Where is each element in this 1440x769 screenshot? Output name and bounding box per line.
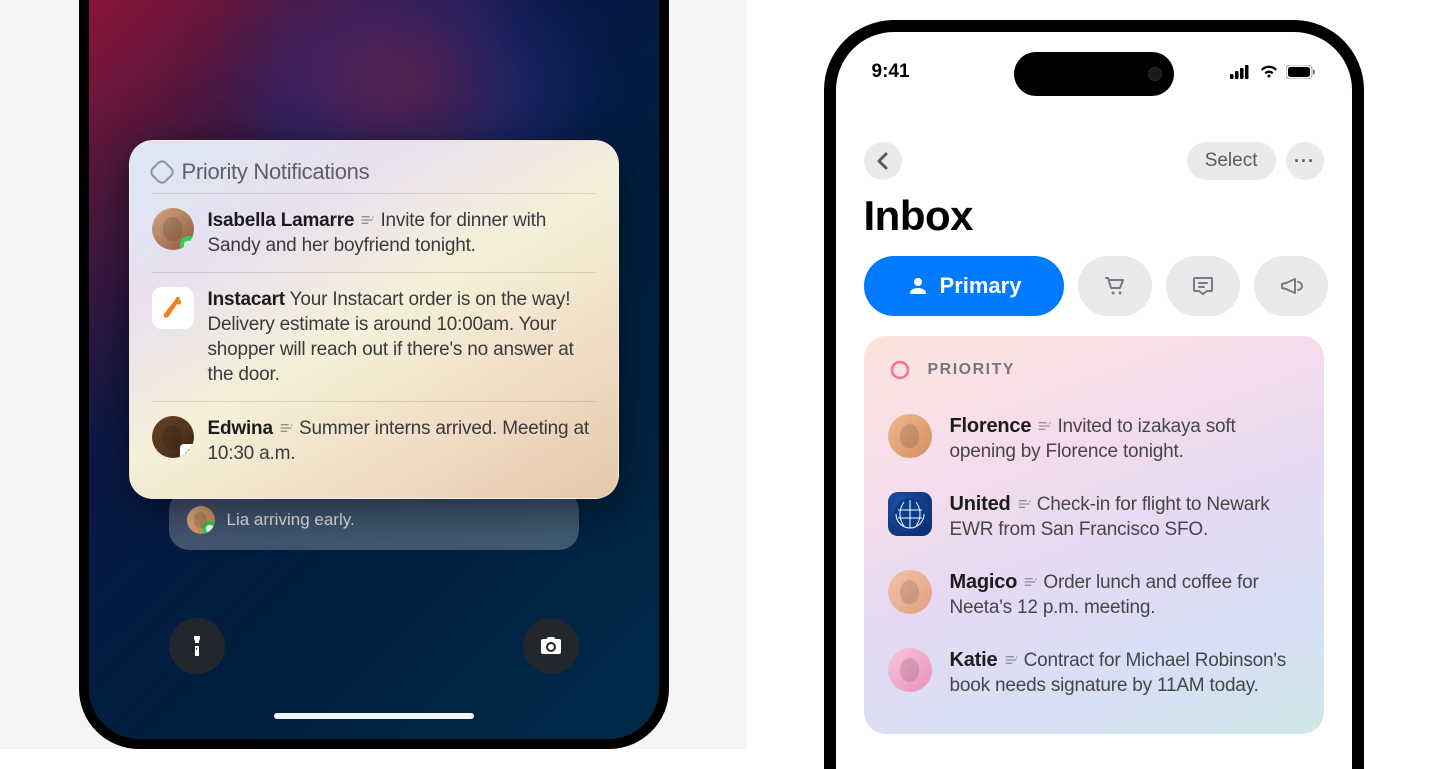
category-tabs: Primary [836, 256, 1352, 336]
more-button[interactable]: ··· [1286, 142, 1324, 180]
lockscreen-controls [89, 618, 659, 674]
flashlight-button[interactable] [169, 618, 225, 674]
chat-icon [1191, 274, 1215, 298]
mail-body: Magico Order lunch and coffee for Neeta'… [950, 570, 1300, 620]
summarize-icon [1003, 652, 1019, 668]
mail-summary: Contract for Michael Robinson's book nee… [950, 650, 1287, 696]
avatar [152, 208, 194, 250]
mail-body: United Check-in for flight to Newark EWR… [950, 492, 1300, 542]
header-actions: Select ··· [1187, 142, 1324, 180]
summarize-icon [1022, 574, 1038, 590]
priority-header: Priority Notifications [152, 159, 596, 185]
mail-sender: Katie [950, 649, 998, 671]
tab-label: Primary [940, 273, 1022, 299]
notification-sender: Edwina [208, 418, 273, 439]
select-button[interactable]: Select [1187, 142, 1276, 180]
messages-badge-icon [180, 236, 194, 250]
priority-icon [147, 158, 175, 186]
mail-sender: United [950, 493, 1011, 515]
cart-icon [1103, 274, 1127, 298]
mail-row[interactable]: Magico Order lunch and coffee for Neeta'… [888, 556, 1300, 634]
mail-row[interactable]: Florence Invited to izakaya soft opening… [888, 400, 1300, 478]
mail-body: Florence Invited to izakaya soft opening… [950, 414, 1300, 464]
mail-row[interactable]: United Check-in for flight to Newark EWR… [888, 478, 1300, 556]
camera-dot-icon [1148, 67, 1162, 81]
notification-body: Edwina Summer interns arrived. Meeting a… [208, 416, 596, 466]
dynamic-island [1014, 52, 1174, 96]
avatar [888, 414, 932, 458]
tab-transactions[interactable] [1078, 256, 1152, 316]
notification-row[interactable]: Instacart Your Instacart order is on the… [152, 272, 596, 401]
avatar [187, 506, 215, 534]
notification-sender: Instacart [208, 289, 285, 310]
ellipsis-icon: ··· [1294, 151, 1315, 172]
notification-row[interactable]: Isabella Lamarre Invite for dinner with … [152, 193, 596, 272]
inbox-title: Inbox [836, 188, 1352, 256]
notification-stack: Lia arriving early. Priority Notificatio… [129, 140, 619, 499]
phone-frame-left: Lia arriving early. Priority Notificatio… [79, 0, 669, 749]
avatar [888, 570, 932, 614]
cellular-signal-icon [1230, 65, 1252, 79]
megaphone-icon [1279, 274, 1303, 298]
mail-header: Select ··· [836, 86, 1352, 188]
battery-icon [1286, 65, 1316, 79]
avatar [152, 416, 194, 458]
united-app-icon [888, 492, 932, 536]
tab-promotions[interactable] [1254, 256, 1328, 316]
summarize-icon [359, 212, 375, 228]
home-indicator[interactable] [274, 713, 474, 719]
camera-button[interactable] [523, 618, 579, 674]
mail-row[interactable]: Katie Contract for Michael Robinson's bo… [888, 634, 1300, 712]
person-icon [906, 274, 930, 298]
back-button[interactable] [864, 142, 902, 180]
notification-text: Lia arriving early. [227, 510, 355, 530]
slack-badge-icon [180, 444, 194, 458]
summarize-icon [1036, 418, 1052, 434]
mail-sender: Magico [950, 571, 1018, 593]
priority-mail-section: PRIORITY Florence Invited to izakaya sof… [864, 336, 1324, 734]
priority-section-header: PRIORITY [888, 358, 1300, 382]
priority-notifications-card[interactable]: Priority Notifications Isabella Lamarre [129, 140, 619, 499]
status-right [1230, 65, 1316, 79]
tab-updates[interactable] [1166, 256, 1240, 316]
lockscreen: Lia arriving early. Priority Notificatio… [89, 0, 659, 739]
priority-section-label: PRIORITY [928, 361, 1016, 379]
mail-body: Katie Contract for Michael Robinson's bo… [950, 648, 1300, 698]
summarize-icon [1016, 496, 1032, 512]
wifi-icon [1259, 65, 1279, 79]
lockscreen-panel: Lia arriving early. Priority Notificatio… [0, 0, 747, 749]
mail-screen: 9:41 [836, 32, 1352, 769]
tab-primary[interactable]: Primary [864, 256, 1064, 316]
phone-frame-right: 9:41 [824, 20, 1364, 769]
background-notification[interactable]: Lia arriving early. [169, 490, 579, 550]
notification-sender: Isabella Lamarre [208, 210, 355, 231]
apple-intelligence-icon [888, 358, 912, 382]
priority-title: Priority Notifications [182, 159, 370, 185]
notification-body: Isabella Lamarre Invite for dinner with … [208, 208, 596, 258]
instacart-app-icon [152, 287, 194, 329]
notification-body: Instacart Your Instacart order is on the… [208, 287, 596, 387]
status-time: 9:41 [872, 61, 910, 83]
messages-badge-icon [202, 521, 215, 534]
summarize-icon [278, 420, 294, 436]
mail-panel: 9:41 [747, 0, 1440, 749]
avatar [888, 648, 932, 692]
notification-row[interactable]: Edwina Summer interns arrived. Meeting a… [152, 401, 596, 480]
mail-sender: Florence [950, 415, 1032, 437]
